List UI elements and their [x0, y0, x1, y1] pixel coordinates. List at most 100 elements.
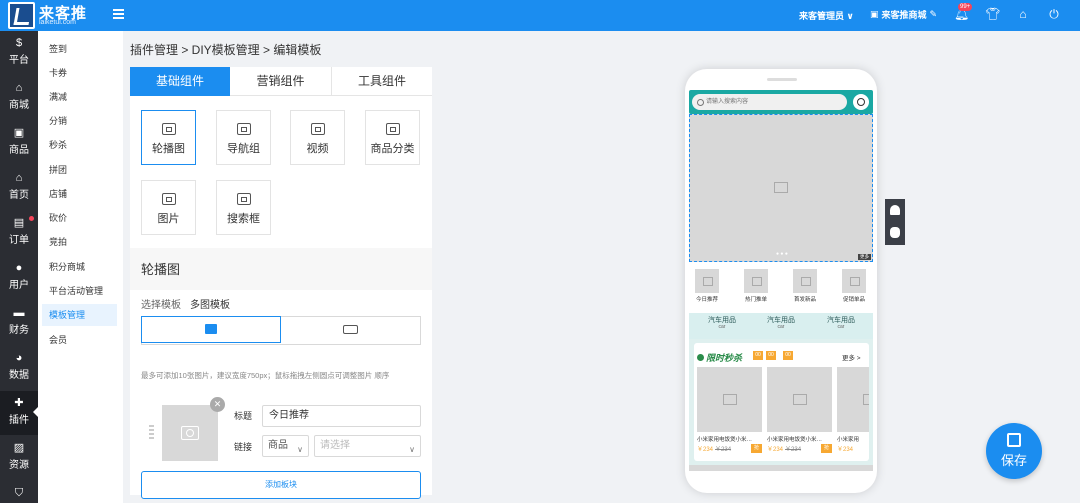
image-upload[interactable]: [162, 405, 218, 461]
component-category[interactable]: 商品分类: [365, 110, 420, 165]
countdown-hours: 00: [753, 351, 763, 360]
category-icon: [385, 123, 400, 135]
buy-button[interactable]: 抢: [821, 444, 832, 453]
image-icon: ▨: [13, 442, 25, 454]
subnav-item[interactable]: 砍价: [49, 207, 117, 229]
preview-nav-item[interactable]: 促销单品: [842, 269, 866, 303]
subnav-item[interactable]: 卡券: [49, 62, 117, 84]
logo[interactable]: 来客推 laiketui.com: [8, 2, 88, 29]
subnav-item[interactable]: 平台活动管理: [49, 280, 117, 302]
nav-image: [744, 269, 768, 293]
preview-search-bar[interactable]: 请输入搜索内容: [689, 90, 873, 114]
component-image[interactable]: 图片: [141, 180, 196, 235]
subnav-item[interactable]: 竞拍: [49, 231, 117, 253]
preview-category[interactable]: 汽车用品 car: [697, 317, 747, 331]
nav-item-more[interactable]: ⛉: [0, 481, 38, 503]
breadcrumb: 插件管理 > DIY模板管理 > 编辑模板: [130, 43, 322, 57]
top-bar: 来客推 laiketui.com 来客管理员 ∨ ▣ 来客推商城 ✎ 🔔︎ 99…: [0, 0, 1080, 31]
chevron-down-icon: ∨: [297, 445, 303, 454]
phone-speaker: [767, 78, 797, 81]
seckill-product[interactable]: 小米家用电饭煲小米… ￥234 ￥234 抢: [697, 367, 762, 453]
add-block-button[interactable]: 添加板块: [141, 471, 421, 499]
seckill-product[interactable]: 小米家用电饭煲小米… ￥234 ￥234 抢: [767, 367, 832, 453]
store-icon: ▣: [870, 9, 879, 19]
seckill-more-link[interactable]: 更多 >: [842, 352, 861, 362]
nav-image: [842, 269, 866, 293]
preview-banner[interactable]: ● ● ● 更多: [689, 114, 873, 262]
preview-nav-item[interactable]: 今日推荐: [695, 269, 719, 303]
seckill-card: 限时秒杀 00 00 00 更多 > 小米家用电饭煲小米… ￥234 ￥234 抢…: [694, 343, 869, 461]
home-icon: ⌂: [15, 172, 23, 184]
preview-search-input[interactable]: 请输入搜索内容: [692, 94, 847, 110]
component-nav-group[interactable]: 导航组: [216, 110, 271, 165]
link-type-select[interactable]: 商品 ∨: [262, 435, 309, 457]
notification-badge: 99+: [958, 3, 973, 11]
remove-image-button[interactable]: ✕: [210, 397, 225, 412]
link-target-select[interactable]: 请选择 ∨: [314, 435, 421, 457]
preview-seckill: 限时秒杀 00 00 00 更多 > 小米家用电饭煲小米… ￥234 ￥234 抢…: [689, 339, 873, 465]
product-image: [837, 367, 869, 432]
countdown-seconds: 00: [783, 351, 793, 360]
nav-item-data[interactable]: ◕ 数据: [0, 346, 38, 390]
preview-category[interactable]: 汽车用品 car: [816, 317, 866, 331]
subnav-item[interactable]: 满减: [49, 86, 117, 108]
order-icon: ▤: [13, 217, 25, 229]
product-image: [767, 367, 832, 432]
template-selector: [141, 316, 421, 345]
nav-item-finance[interactable]: ▬ 财务: [0, 301, 38, 345]
template-option-single[interactable]: [141, 316, 281, 343]
nav-item-plugins[interactable]: ✚ 插件: [0, 391, 38, 435]
search-icon: [236, 193, 251, 205]
title-input[interactable]: 今日推荐: [262, 405, 421, 427]
nav-item-goods[interactable]: ▣ 商品: [0, 121, 38, 165]
template-value: 多图模板: [190, 300, 230, 311]
shirt-icon[interactable]: 👕︎: [985, 7, 1000, 21]
subnav-item-template[interactable]: 模板管理: [42, 304, 117, 326]
subnav-item[interactable]: 店铺: [49, 183, 117, 205]
nav-item-platform[interactable]: $ 平台: [0, 31, 38, 75]
subnav-item[interactable]: 分销: [49, 110, 117, 132]
image-placeholder-icon: [774, 182, 788, 193]
nav-item-home[interactable]: ⌂ 首页: [0, 166, 38, 210]
building-icon[interactable]: ⌂: [1016, 7, 1030, 21]
preview-category[interactable]: 汽车用品 car: [756, 317, 806, 331]
power-icon[interactable]: ⏻: [1047, 7, 1061, 21]
component-search[interactable]: 搜索框: [216, 180, 271, 235]
subnav-item[interactable]: 会员: [49, 329, 117, 351]
component-video[interactable]: 视频: [290, 110, 345, 165]
apple-icon[interactable]: [890, 227, 900, 238]
chevron-down-icon: ∨: [409, 445, 415, 454]
nav-item-orders[interactable]: ▤ 订单: [0, 211, 38, 255]
component-panel: 基础组件 营销组件 工具组件 轮播图 导航组 视频 商品分类 图片 搜索框 轮播…: [130, 67, 432, 499]
save-button[interactable]: 保存: [986, 423, 1042, 479]
message-icon[interactable]: [853, 94, 869, 110]
nav-item-mall[interactable]: ⌂ 商城: [0, 76, 38, 120]
android-icon[interactable]: [890, 205, 900, 215]
subnav-item[interactable]: 签到: [49, 38, 117, 60]
carousel-icon: [161, 123, 176, 135]
title-label: 标题: [234, 411, 253, 421]
subnav-item[interactable]: 秒杀: [49, 134, 117, 156]
tab-marketing[interactable]: 营销组件: [230, 67, 331, 96]
preview-nav-item[interactable]: 热门推单: [744, 269, 768, 303]
logo-mark-icon: [8, 2, 35, 29]
tab-tools[interactable]: 工具组件: [331, 67, 432, 96]
store-name: 来客推商城: [881, 10, 927, 20]
admin-dropdown[interactable]: 来客管理员 ∨: [799, 9, 854, 22]
menu-toggle-icon[interactable]: [113, 9, 124, 19]
tab-basic[interactable]: 基础组件: [130, 67, 230, 96]
nav-item-users[interactable]: ● 用户: [0, 256, 38, 300]
component-carousel[interactable]: 轮播图: [141, 110, 196, 165]
camera-icon: [181, 426, 199, 440]
buy-button[interactable]: 抢: [751, 444, 762, 453]
seckill-product[interactable]: 小米家用 ￥234: [837, 367, 869, 453]
platform-switcher: [885, 199, 905, 245]
template-label: 选择模板: [141, 300, 181, 311]
subnav-item[interactable]: 积分商城: [49, 256, 117, 278]
store-link[interactable]: ▣ 来客推商城 ✎: [870, 8, 937, 21]
preview-nav-item[interactable]: 首发新品: [793, 269, 817, 303]
drag-handle[interactable]: [149, 425, 154, 441]
product-image: [697, 367, 762, 432]
nav-item-resources[interactable]: ▨ 资源: [0, 436, 38, 480]
subnav-item[interactable]: 拼团: [49, 159, 117, 181]
